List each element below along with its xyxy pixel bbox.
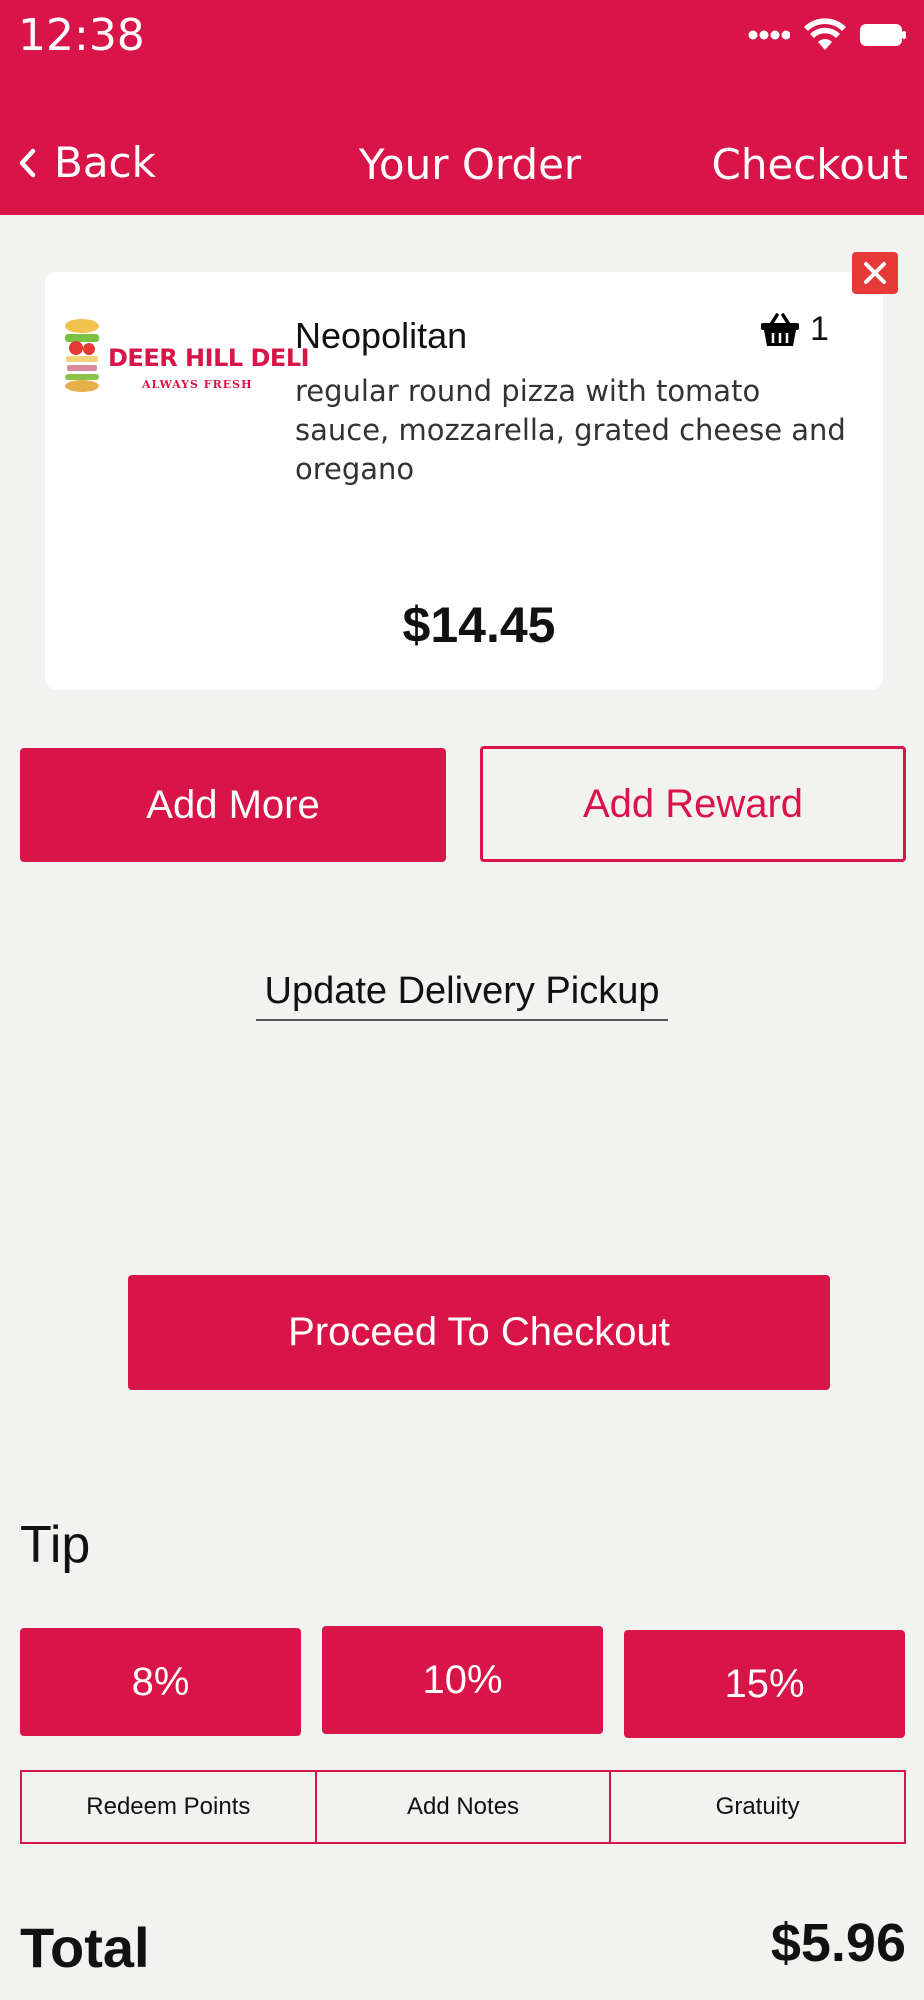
tip-10-button[interactable]: 10% <box>322 1626 603 1734</box>
tip-heading: Tip <box>20 1516 91 1574</box>
add-reward-button[interactable]: Add Reward <box>480 746 906 862</box>
quantity-value: 1 <box>810 310 829 348</box>
item-price: $14.45 <box>402 597 556 653</box>
status-icons <box>748 18 906 52</box>
redeem-points-button[interactable]: Redeem Points <box>22 1772 315 1842</box>
back-label: Back <box>54 138 156 187</box>
total-label: Total <box>20 1916 150 1979</box>
close-icon <box>864 262 886 284</box>
sandwich-icon <box>65 319 99 392</box>
logo-tagline: ALWAYS FRESH <box>142 378 253 391</box>
tip-15-button[interactable]: 15% <box>624 1630 905 1738</box>
chevron-left-icon <box>19 148 36 177</box>
tip-8-button[interactable]: 8% <box>20 1628 301 1736</box>
update-delivery-pickup-link[interactable]: Update Delivery Pickup <box>256 970 668 1021</box>
total-value: $5.96 <box>770 1913 906 1973</box>
item-quantity: 1 <box>760 310 829 349</box>
signal-dots-icon <box>748 30 790 40</box>
status-time: 12:38 <box>18 10 145 61</box>
add-more-button[interactable]: Add More <box>20 748 446 862</box>
gratuity-button[interactable]: Gratuity <box>609 1772 904 1842</box>
checkout-nav-button[interactable]: Checkout <box>712 140 909 189</box>
order-actions-row: Redeem Points Add Notes Gratuity <box>20 1770 906 1844</box>
logo-title: DEER HILL DELI <box>108 344 310 372</box>
item-name: Neopolitan <box>295 315 468 356</box>
remove-item-button[interactable] <box>852 252 898 294</box>
wifi-icon <box>804 18 846 50</box>
back-button[interactable]: Back <box>18 138 156 187</box>
app-bar: 12:38 Back Your Order Checkout <box>0 0 924 215</box>
proceed-to-checkout-button[interactable]: Proceed To Checkout <box>128 1275 830 1390</box>
item-description: regular round pizza with tomato sauce, m… <box>295 374 846 486</box>
basket-icon <box>761 312 799 346</box>
add-notes-button[interactable]: Add Notes <box>314 1772 610 1842</box>
restaurant-logo: DEER HILL DELI ALWAYS FRESH <box>62 316 310 396</box>
battery-icon <box>860 24 906 46</box>
